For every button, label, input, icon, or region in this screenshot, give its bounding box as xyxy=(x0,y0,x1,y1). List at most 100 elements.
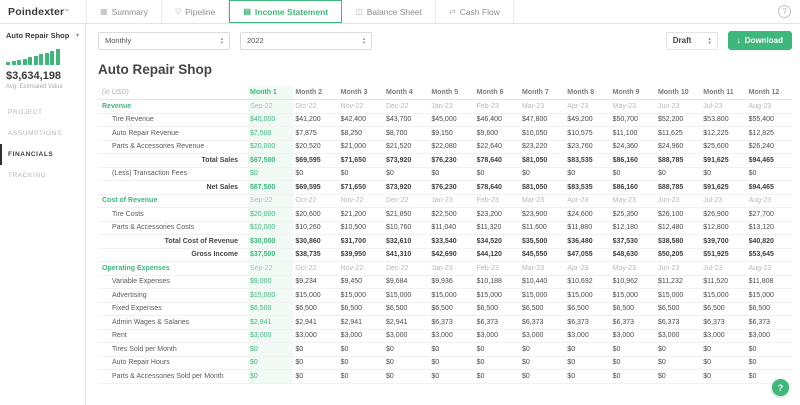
value-cell: $23,760 xyxy=(565,140,611,154)
value-cell: $33,540 xyxy=(429,234,475,249)
tab-balance-sheet[interactable]: ◫ Balance Sheet xyxy=(342,0,436,23)
value-cell: $8,700 xyxy=(383,126,430,141)
value-cell: $15,000 xyxy=(429,288,475,303)
row-label: Parts & Accessories Revenue xyxy=(98,140,248,154)
value-cell: $26,240 xyxy=(746,140,792,154)
date-cell: Aug-23 xyxy=(746,99,792,114)
value-cell: $10,260 xyxy=(293,221,339,235)
sidebar-item-financials[interactable]: FINANCIALS xyxy=(0,144,85,165)
column-header: Month 1 xyxy=(248,86,294,100)
value-cell: $10,962 xyxy=(610,275,656,289)
chart-bar xyxy=(22,59,27,65)
valuation-bar-chart xyxy=(6,49,79,65)
date-cell: Sep-22 xyxy=(248,261,294,276)
column-header: Month 11 xyxy=(701,86,747,100)
table-row: Net Sales $67,500 $69,595 $71,650 $73,920 $76… xyxy=(98,180,792,195)
period-select[interactable]: Monthly ▴ ▾ xyxy=(98,31,230,50)
company-selector[interactable]: Auto Repair Shop ▾ xyxy=(0,31,85,40)
balance-sheet-icon: ◫ xyxy=(355,7,363,16)
value-cell: $23,220 xyxy=(519,140,566,154)
column-header: Month 10 xyxy=(655,86,702,100)
date-cell: Feb-23 xyxy=(474,194,520,208)
value-cell: $3,000 xyxy=(519,329,566,343)
trademark: ™ xyxy=(64,8,70,15)
value-cell: $0 xyxy=(474,356,520,370)
sidebar-item-tracking[interactable]: TRACKING xyxy=(0,165,85,186)
value-cell: $88,785 xyxy=(655,153,702,168)
status-badge: Draft xyxy=(672,36,692,45)
value-cell: $67,500 xyxy=(248,180,294,195)
value-cell: $21,200 xyxy=(338,207,384,222)
value-cell: $88,785 xyxy=(655,180,702,195)
value-cell: $0 xyxy=(248,369,294,384)
value-cell: $35,500 xyxy=(519,234,566,249)
value-cell: $3,000 xyxy=(565,329,611,343)
value-cell: $11,600 xyxy=(519,221,566,235)
value-cell: $41,200 xyxy=(293,113,339,127)
tab-summary[interactable]: ▦ Summary xyxy=(86,0,162,23)
value-cell: $0 xyxy=(338,369,384,384)
value-cell: $6,500 xyxy=(746,302,792,316)
table-row: Tires Sold per Month $0 $0 $0 $0 $0 $0 $0 $0 $0 $0… xyxy=(98,342,792,357)
tab-income-statement[interactable]: ▤ Income Statement xyxy=(229,0,343,23)
row-label: Tire Costs xyxy=(98,207,248,222)
value-cell: $0 xyxy=(746,342,792,357)
value-cell: $7,875 xyxy=(293,126,339,141)
value-cell: $20,000 xyxy=(248,140,294,154)
value-cell: $6,373 xyxy=(565,315,611,330)
value-cell: $0 xyxy=(610,167,656,181)
value-cell: $21,520 xyxy=(383,140,430,154)
value-cell: $0 xyxy=(248,356,294,370)
row-label: Tires Sold per Month xyxy=(98,342,248,357)
page-layout: Auto Repair Shop ▾ $3,634,198 Avg. Estim… xyxy=(0,24,800,405)
value-cell: $20,600 xyxy=(293,207,339,222)
value-cell: $12,825 xyxy=(746,126,792,141)
value-cell: $9,600 xyxy=(474,126,520,141)
value-cell: $0 xyxy=(655,356,702,370)
value-cell: $78,640 xyxy=(474,180,520,195)
status-select[interactable]: Draft ▴ ▾ xyxy=(665,31,718,50)
value-cell: $0 xyxy=(610,342,656,357)
info-icon[interactable]: ? xyxy=(778,5,791,18)
value-cell: $10,000 xyxy=(248,221,294,235)
value-cell: $6,500 xyxy=(701,302,747,316)
value-cell: $47,800 xyxy=(519,113,566,127)
table-row: Total Sales $67,500 $69,595 $71,650 $73,920 $… xyxy=(98,153,792,168)
value-cell: $0 xyxy=(474,342,520,357)
column-header: Month 5 xyxy=(429,86,475,100)
table-row: Auto Repair Revenue $7,500 $7,875 $8,250 $8,… xyxy=(98,126,792,141)
sidebar-nav: PROJECT ASSUMPTIONS FINANCIALS TRACKING xyxy=(0,102,85,186)
download-button[interactable]: ↓ Download xyxy=(727,31,792,50)
tab-pipeline[interactable]: ▽ Pipeline xyxy=(161,0,230,23)
date-cell: Apr-23 xyxy=(565,99,611,114)
value-cell: $0 xyxy=(565,167,611,181)
value-cell: $67,500 xyxy=(248,153,294,168)
date-cell: Oct-22 xyxy=(293,194,339,208)
value-cell: $3,000 xyxy=(474,329,520,343)
date-cell: Jul-23 xyxy=(701,261,747,276)
value-cell: $9,150 xyxy=(429,126,475,141)
date-cell: Dec-22 xyxy=(383,194,430,208)
select-arrows-icon: ▴ ▾ xyxy=(362,35,365,45)
date-cell: Jun-23 xyxy=(655,99,702,114)
year-select[interactable]: 2022 ▴ ▾ xyxy=(240,31,372,50)
table-row: Admin Wages & Salaries $2,941 $2,941 $2,941… xyxy=(98,315,792,330)
sidebar-item-project[interactable]: PROJECT xyxy=(0,102,85,123)
help-button[interactable]: ? xyxy=(772,379,789,396)
income-statement-icon: ▤ xyxy=(243,7,251,16)
tab-cash-flow[interactable]: ⇄ Cash Flow xyxy=(435,0,514,23)
value-cell: $0 xyxy=(655,342,702,357)
sidebar-item-assumptions[interactable]: ASSUMPTIONS xyxy=(0,123,85,144)
row-label: Total Cost of Revenue xyxy=(98,234,248,249)
value-cell: $24,360 xyxy=(610,140,656,154)
table-row: Total Cost of Revenue $30,000 $30,860 $31,7… xyxy=(98,234,792,249)
table-row: Rent $3,000 $3,000 $3,000 $3,000 $3,000 $3,000… xyxy=(98,329,792,343)
table-row: Parts & Accessories Costs $10,000 $10,260 $… xyxy=(98,221,792,235)
column-header: Month 12 xyxy=(746,86,792,100)
value-cell: $0 xyxy=(429,167,475,181)
date-cell: Mar-23 xyxy=(519,99,566,114)
value-cell: $44,120 xyxy=(474,248,520,262)
value-cell: $53,800 xyxy=(701,113,747,127)
date-cell: Dec-22 xyxy=(383,261,430,276)
value-cell: $86,160 xyxy=(610,153,656,168)
